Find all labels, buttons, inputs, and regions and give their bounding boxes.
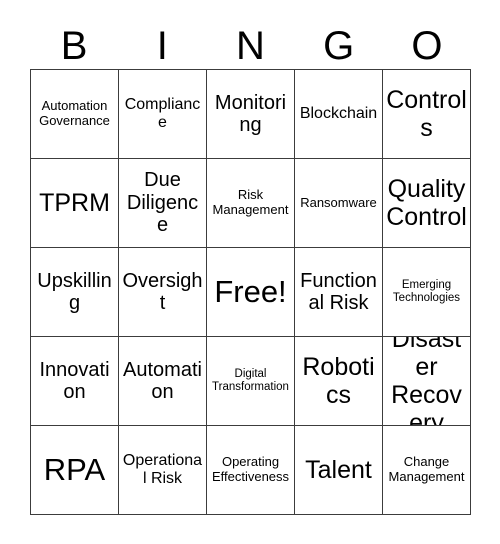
bingo-cell-label: Automation Governance — [39, 98, 110, 128]
bingo-cell[interactable]: Functional Risk — [295, 248, 383, 337]
bingo-cell[interactable]: TPRM — [31, 159, 119, 248]
bingo-cell-label: Risk Management — [212, 187, 289, 217]
bingo-cell[interactable]: Operational Risk — [119, 426, 207, 515]
bingo-cell-label: Change Management — [388, 454, 465, 484]
bingo-cell-label: Monitoring — [214, 91, 287, 136]
bingo-cell-label: Blockchain — [299, 105, 378, 123]
bingo-cell[interactable]: Automation — [119, 337, 207, 426]
bingo-cell[interactable]: Talent — [295, 426, 383, 515]
bingo-cell-label: Free! — [214, 273, 287, 309]
bingo-cell[interactable]: Quality Control — [383, 159, 471, 248]
bingo-cell-label: Emerging Technologies — [392, 279, 461, 304]
bingo-grid: Automation Governance Compliance Monitorin… — [30, 69, 471, 515]
bingo-cell[interactable]: Change Management — [383, 426, 471, 515]
bingo-cell[interactable]: Robotics — [295, 337, 383, 426]
bingo-cell[interactable]: Oversight — [119, 248, 207, 337]
bingo-cell-label: Talent — [305, 456, 372, 484]
bingo-cell-label: Digital Transformation — [212, 368, 289, 393]
bingo-cell[interactable]: Blockchain — [295, 70, 383, 159]
bingo-cell-label: Automation — [123, 358, 202, 403]
bingo-cell-label: Functional Risk — [300, 269, 377, 314]
bingo-header-letter-b: B — [60, 24, 88, 68]
bingo-cell-label: Operating Effectiveness — [211, 454, 290, 484]
bingo-cell[interactable]: Compliance — [119, 70, 207, 159]
bingo-cell-label: Quality Control — [386, 175, 467, 231]
bingo-cell-label: Compliance — [124, 96, 201, 131]
bingo-cell[interactable]: Emerging Technologies — [383, 248, 471, 337]
bingo-cell[interactable]: Operating Effectiveness — [207, 426, 295, 515]
bingo-cell[interactable]: Monitoring — [207, 70, 295, 159]
bingo-cell[interactable]: RPA — [31, 426, 119, 515]
bingo-cell-label: RPA — [43, 451, 106, 487]
bingo-header-letter-i: I — [156, 24, 168, 68]
bingo-cell-label: Upskilling — [37, 269, 112, 314]
bingo-cell-label: Ransomware — [300, 194, 377, 210]
bingo-cell[interactable]: Risk Management — [207, 159, 295, 248]
bingo-header-row: B I N G O — [30, 22, 471, 70]
bingo-cell[interactable]: Controls — [383, 70, 471, 159]
bingo-header-letter-o: O — [411, 24, 443, 68]
bingo-cell[interactable]: Innovation — [31, 337, 119, 426]
bingo-cell-label: Controls — [386, 86, 467, 142]
bingo-cell[interactable]: Digital Transformation — [207, 337, 295, 426]
bingo-card: B I N G O Automation Governance Complianc… — [0, 0, 500, 544]
bingo-cell[interactable]: Disaster Recovery — [383, 337, 471, 426]
bingo-header-letter-g: G — [323, 24, 355, 68]
bingo-cell-label: Disaster Recovery — [391, 337, 462, 426]
bingo-cell-label: Oversight — [122, 269, 203, 314]
bingo-cell-label: TPRM — [39, 189, 110, 217]
bingo-free-space[interactable]: Free! — [207, 248, 295, 337]
bingo-cell-label: Operational Risk — [122, 452, 203, 487]
bingo-cell[interactable]: Ransomware — [295, 159, 383, 248]
bingo-header-letter-n: N — [236, 24, 265, 68]
bingo-cell-label: Innovation — [39, 358, 110, 403]
bingo-cell-label: Due Diligence — [126, 169, 199, 237]
bingo-cell-label: Robotics — [302, 353, 375, 409]
bingo-cell[interactable]: Due Diligence — [119, 159, 207, 248]
bingo-cell[interactable]: Automation Governance — [31, 70, 119, 159]
bingo-cell[interactable]: Upskilling — [31, 248, 119, 337]
